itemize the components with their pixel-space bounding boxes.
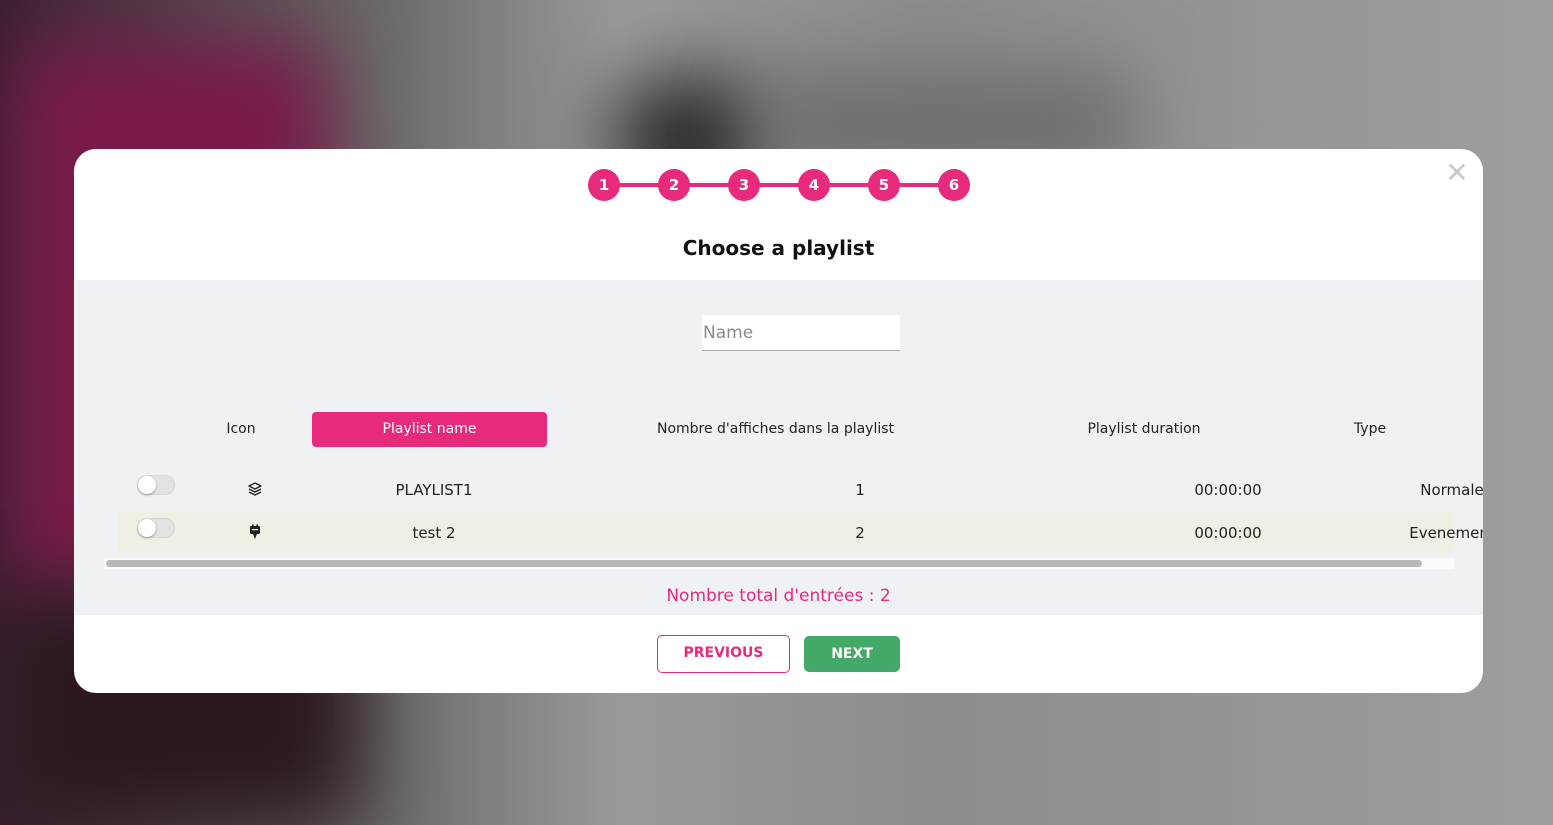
next-button[interactable]: NEXT [804,636,900,672]
column-header-duration[interactable]: Playlist duration [1064,412,1224,447]
duration-cell: 00:00:00 [1194,524,1262,542]
scrollbar-thumb[interactable] [106,560,1422,567]
playlist-modal: ✕ 1 2 3 4 5 6 Choose a playlist Icon Pla… [74,149,1483,693]
modal-title: Choose a playlist [682,236,875,260]
stepper: 1 2 3 4 5 6 [588,169,970,201]
layers-icon [248,482,262,496]
event-icon [250,524,260,539]
toggle-knob [138,519,156,537]
table-row[interactable]: test 2 2 00:00:00 Evenement [118,512,1483,554]
duration-cell: 00:00:00 [1194,481,1262,499]
step-2[interactable]: 2 [658,169,690,201]
previous-button[interactable]: PREVIOUS [657,635,790,673]
step-6[interactable]: 6 [938,169,970,201]
type-cell: Normale [1420,481,1483,499]
column-header-icon[interactable]: Icon [221,412,261,447]
step-3[interactable]: 3 [728,169,760,201]
close-icon[interactable]: ✕ [1443,157,1471,189]
type-cell: Evenement [1409,524,1483,542]
total-entries-text: Nombre total d'entrées : 2 [666,586,891,606]
step-4[interactable]: 4 [798,169,830,201]
count-cell: 1 [855,481,865,499]
count-cell: 2 [855,524,865,542]
playlist-name-cell: PLAYLIST1 [395,481,473,499]
column-header-count[interactable]: Nombre d'affiches dans la playlist [634,412,917,447]
row-select-toggle[interactable] [137,518,175,538]
toggle-knob [138,476,156,494]
playlist-name-cell: test 2 [412,524,456,542]
step-5[interactable]: 5 [868,169,900,201]
name-search-input[interactable] [702,315,900,351]
column-header-playlist-name[interactable]: Playlist name [312,412,547,447]
step-1[interactable]: 1 [588,169,620,201]
column-header-type[interactable]: Type [1340,412,1400,447]
stepper-line [604,183,954,187]
playlist-content: Icon Playlist name Nombre d'affiches dan… [74,280,1483,615]
table-row[interactable]: PLAYLIST1 1 00:00:00 Normale [118,469,1483,511]
row-select-toggle[interactable] [137,475,175,495]
table-horizontal-scrollbar[interactable] [104,558,1454,569]
